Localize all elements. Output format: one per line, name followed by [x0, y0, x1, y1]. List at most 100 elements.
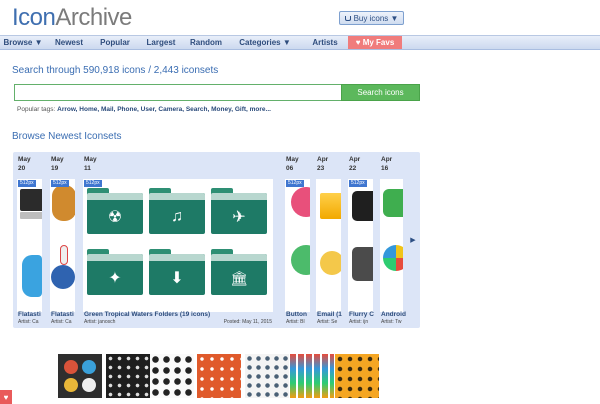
ball-icon: [82, 378, 96, 392]
card-date: Apr 16: [381, 155, 392, 173]
envelope-icon: [320, 193, 341, 219]
iconset-card[interactable]: May 19 512px Flatasti Artist: Ca: [47, 152, 78, 328]
museum-folder-icon: 🏛: [211, 249, 267, 295]
bowling-ball-icon: [51, 265, 75, 289]
whatsapp-icon: [383, 189, 403, 217]
card-month: Apr: [317, 156, 329, 163]
download-folder-icon: ⬇: [149, 249, 205, 295]
card-artist: Artist: Ca: [18, 319, 39, 325]
pie-icon: [383, 245, 403, 271]
iconset-card[interactable]: Apr 23 Email (1 Artist: Se: [313, 152, 344, 328]
card-preview: [316, 179, 341, 312]
card-day: 16: [381, 165, 389, 172]
iconset-thumbnail[interactable]: [290, 354, 334, 398]
card-month: May: [18, 156, 31, 163]
iconset-card[interactable]: Apr 22 512px Flurry C Artist: ijn: [345, 152, 376, 328]
iconset-thumbnail[interactable]: [197, 354, 241, 398]
card-preview: [380, 179, 403, 312]
music-folder-icon: ♫: [149, 188, 205, 234]
logo-part-archive: Archive: [55, 4, 132, 31]
card-date: May 06: [286, 155, 299, 173]
card-preview: 512px ☢ ♫ ✈ ✦ ⬇ 🏛: [83, 179, 273, 312]
size-badge: 512px: [349, 180, 367, 187]
nav-random[interactable]: Random: [184, 36, 228, 49]
teddy-bear-icon: [52, 185, 75, 221]
card-day: 19: [51, 165, 59, 172]
card-day: 22: [349, 165, 357, 172]
iconset-thumbnail[interactable]: [58, 354, 102, 398]
card-preview: 512px: [17, 179, 42, 312]
popular-tags: Popular tags: Arrow, Home, Mail, Phone, …: [17, 106, 271, 113]
buy-icons-label: Buy icons ▼: [353, 13, 399, 23]
card-day: 11: [84, 165, 91, 172]
nav-artists[interactable]: Artists: [302, 36, 348, 49]
radiation-folder-icon: ☢: [87, 188, 143, 234]
card-preview: 512px: [50, 179, 75, 312]
carousel-next-arrow-icon[interactable]: ▶: [406, 152, 420, 328]
pedestrian-folder-icon: ✈: [211, 188, 267, 234]
iconset-card[interactable]: May 06 512px Button Artist: Bl: [282, 152, 313, 328]
card-date: May 11: [84, 155, 97, 173]
dark-app-icon: [352, 191, 373, 221]
ball-icon: [82, 360, 96, 374]
card-artist: Artist: Se: [317, 319, 338, 325]
featured-iconset-card[interactable]: May 11 512px ☢ ♫ ✈ ✦ ⬇ 🏛 Green Tropical W…: [80, 152, 278, 328]
bowling-pin-icon: [60, 245, 68, 265]
nav-categories[interactable]: Categories ▼: [228, 36, 302, 49]
card-month: May: [51, 156, 64, 163]
search-button[interactable]: Search icons: [341, 84, 420, 101]
card-day: 23: [317, 165, 325, 172]
popular-tags-links[interactable]: Arrow, Home, Mail, Phone, User, Camera, …: [57, 106, 271, 113]
iconset-thumbnail[interactable]: [150, 354, 194, 398]
browse-newest-title: Browse Newest Iconsets: [12, 131, 122, 142]
compass-folder-icon: ✦: [87, 249, 143, 295]
size-badge: 512px: [51, 180, 69, 187]
ball-icon: [64, 378, 78, 392]
pink-button-icon: [291, 187, 310, 217]
nav-my-favs[interactable]: ♥ My Favs: [348, 36, 402, 49]
card-date: May 20: [18, 155, 31, 173]
card-month: Apr: [349, 156, 361, 163]
card-day: 20: [18, 165, 26, 172]
card-month: May: [84, 156, 97, 163]
cart-icon: [344, 15, 351, 21]
card-month: Apr: [381, 156, 393, 163]
nav-browse[interactable]: Browse ▼: [0, 36, 46, 49]
iconset-card[interactable]: Apr 16 Android Artist: Tw: [377, 152, 406, 328]
favorites-heart-icon[interactable]: ♥: [0, 390, 12, 404]
user-icon: [320, 251, 341, 275]
iconset-thumbnail[interactable]: [245, 354, 289, 398]
page: IconArchive Buy icons ▼ Browse ▼ Newest …: [0, 0, 600, 404]
camera-icon: [352, 247, 373, 281]
card-preview: 512px: [285, 179, 310, 312]
card-day: 06: [286, 165, 294, 172]
nav-newest[interactable]: Newest: [46, 36, 92, 49]
size-badge: 512px: [18, 180, 36, 187]
ball-icon: [64, 360, 78, 374]
site-logo[interactable]: IconArchive: [12, 3, 132, 33]
card-name: Flatasti: [51, 311, 74, 318]
search-input[interactable]: [14, 84, 342, 101]
card-name: Email (1: [317, 311, 342, 318]
size-badge: 512px: [286, 180, 304, 187]
card-name: Android: [381, 311, 406, 318]
card-artist: Artist: Ca: [51, 319, 72, 325]
iconset-card[interactable]: May 20 512px Flatasti Artist: Ca: [14, 152, 45, 328]
card-posted: Posted: May 11, 2015: [223, 319, 272, 325]
card-name: Flurry C: [349, 311, 374, 318]
nav-largest[interactable]: Largest: [138, 36, 184, 49]
iconset-thumbnail[interactable]: [106, 354, 150, 398]
card-artist: Artist: Bl: [286, 319, 305, 325]
card-name[interactable]: Green Tropical Waters Folders (19 icons): [84, 311, 210, 318]
card-artist: Artist: ijn: [349, 319, 369, 325]
keyboard-icon: [20, 212, 42, 219]
buy-icons-button[interactable]: Buy icons ▼: [339, 11, 404, 25]
card-preview: 512px: [348, 179, 373, 312]
nav-popular[interactable]: Popular: [92, 36, 138, 49]
card-date: May 19: [51, 155, 64, 173]
green-button-icon: [291, 245, 310, 275]
search-title: Search through 590,918 icons / 2,443 ico…: [12, 65, 219, 76]
iconset-thumbnail[interactable]: [335, 354, 379, 398]
main-nav: Browse ▼ Newest Popular Largest Random C…: [0, 35, 600, 50]
card-month: May: [286, 156, 299, 163]
